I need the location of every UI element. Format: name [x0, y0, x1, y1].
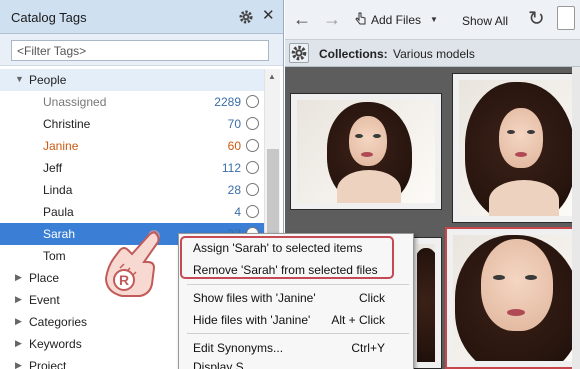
portrait-photo — [453, 235, 572, 361]
right-click-hand-icon: R — [104, 230, 160, 297]
scroll-up-icon[interactable]: ▲ — [268, 72, 276, 81]
right-scrollbar[interactable] — [572, 67, 580, 369]
tag-label: Sarah — [43, 227, 76, 241]
highlight-box — [180, 236, 394, 279]
collections-value: Various models — [393, 47, 475, 61]
forward-arrow-icon[interactable]: → — [323, 9, 341, 30]
menu-shortcut: Click — [359, 291, 385, 305]
expand-arrow-icon[interactable]: ▶ — [15, 272, 22, 283]
hand-point-icon — [355, 12, 366, 25]
tag-row-linda[interactable]: Linda 28 — [0, 179, 264, 201]
tag-label: Unassigned — [43, 95, 107, 109]
tag-count: 4 — [234, 205, 241, 219]
dropdown-caret-icon[interactable]: ▼ — [430, 15, 438, 24]
tag-row-unassigned[interactable]: Unassigned 2289 — [0, 91, 264, 113]
portrait-photo — [417, 244, 435, 362]
tag-label: Linda — [43, 183, 73, 197]
tag-label: Tom — [43, 249, 66, 263]
portrait-photo — [297, 100, 435, 203]
filter-bar — [0, 34, 283, 66]
category-label: Keywords — [29, 337, 82, 351]
show-all-button[interactable]: Show All — [462, 14, 508, 28]
tag-label: Janine — [43, 139, 79, 153]
tag-count: 60 — [227, 139, 241, 153]
menu-separator — [187, 333, 409, 334]
expand-arrow-icon[interactable]: ▶ — [15, 360, 22, 369]
tag-label: Paula — [43, 205, 74, 219]
tag-count: 28 — [227, 183, 241, 197]
add-files-label: Add Files — [371, 13, 422, 27]
menu-shortcut: Ctrl+Y — [351, 341, 385, 355]
panel-title: Catalog Tags — [11, 10, 87, 25]
tag-checkbox[interactable] — [246, 205, 259, 218]
tag-label: Christine — [43, 117, 91, 131]
collections-label: Collections: — [319, 47, 388, 61]
tag-count: 2289 — [214, 95, 241, 109]
tag-checkbox[interactable] — [246, 183, 259, 196]
menu-item-display[interactable]: Display S... — [193, 360, 254, 369]
collections-bar: Collections: Various models — [285, 40, 580, 67]
collapse-arrow-icon[interactable]: ▼ — [15, 74, 24, 84]
menu-shortcut: Alt + Click — [331, 313, 385, 327]
gear-icon — [291, 45, 307, 61]
category-label: Event — [29, 293, 60, 307]
back-arrow-icon[interactable]: ← — [293, 9, 311, 30]
gear-icon[interactable] — [238, 9, 254, 25]
menu-separator — [187, 284, 409, 285]
collections-gear-button[interactable] — [289, 43, 309, 63]
tag-label: Jeff — [43, 161, 63, 175]
refresh-icon[interactable]: ↻ — [528, 6, 545, 31]
menu-item-edit-synonyms[interactable]: Edit Synonyms... — [193, 341, 283, 355]
right-click-badge: R — [119, 272, 129, 288]
tag-checkbox[interactable] — [246, 117, 259, 130]
category-label: Categories — [29, 315, 88, 329]
tag-row-jeff[interactable]: Jeff 112 — [0, 157, 264, 179]
category-label: People — [29, 73, 67, 87]
tag-count: 70 — [227, 117, 241, 131]
photo-thumbnail[interactable] — [452, 73, 580, 223]
photo-thumbnail[interactable] — [410, 237, 442, 369]
menu-item-hide-files[interactable]: Hide files with 'Janine' — [193, 313, 310, 327]
tag-row-christine[interactable]: Christine 70 — [0, 113, 264, 135]
tag-count: 112 — [221, 161, 241, 175]
panel-header: Catalog Tags ✕ — [0, 0, 283, 34]
expand-arrow-icon[interactable]: ▶ — [15, 294, 22, 305]
expand-arrow-icon[interactable]: ▶ — [15, 338, 22, 349]
search-box-edge[interactable] — [557, 6, 575, 30]
menu-item-show-files[interactable]: Show files with 'Janine' — [193, 291, 316, 305]
tag-checkbox[interactable] — [246, 95, 259, 108]
filter-tags-input[interactable] — [11, 40, 269, 61]
tag-checkbox[interactable] — [246, 161, 259, 174]
photo-thumbnail-selected[interactable] — [445, 227, 580, 369]
portrait-photo — [459, 80, 573, 216]
photo-thumbnail[interactable] — [290, 93, 442, 210]
add-files-button[interactable]: Add Files — [353, 12, 421, 27]
category-label: Project — [29, 359, 67, 369]
tag-row-janine[interactable]: Janine 60 — [0, 135, 264, 157]
tag-checkbox[interactable] — [246, 139, 259, 152]
expand-arrow-icon[interactable]: ▶ — [15, 316, 22, 327]
category-people[interactable]: ▼ People — [0, 69, 264, 91]
close-icon[interactable]: ✕ — [262, 8, 275, 24]
category-label: Place — [29, 271, 60, 285]
tag-row-paula[interactable]: Paula 4 — [0, 201, 264, 223]
toolbar: ← → Add Files ▼ Show All ↻ — [285, 0, 580, 40]
